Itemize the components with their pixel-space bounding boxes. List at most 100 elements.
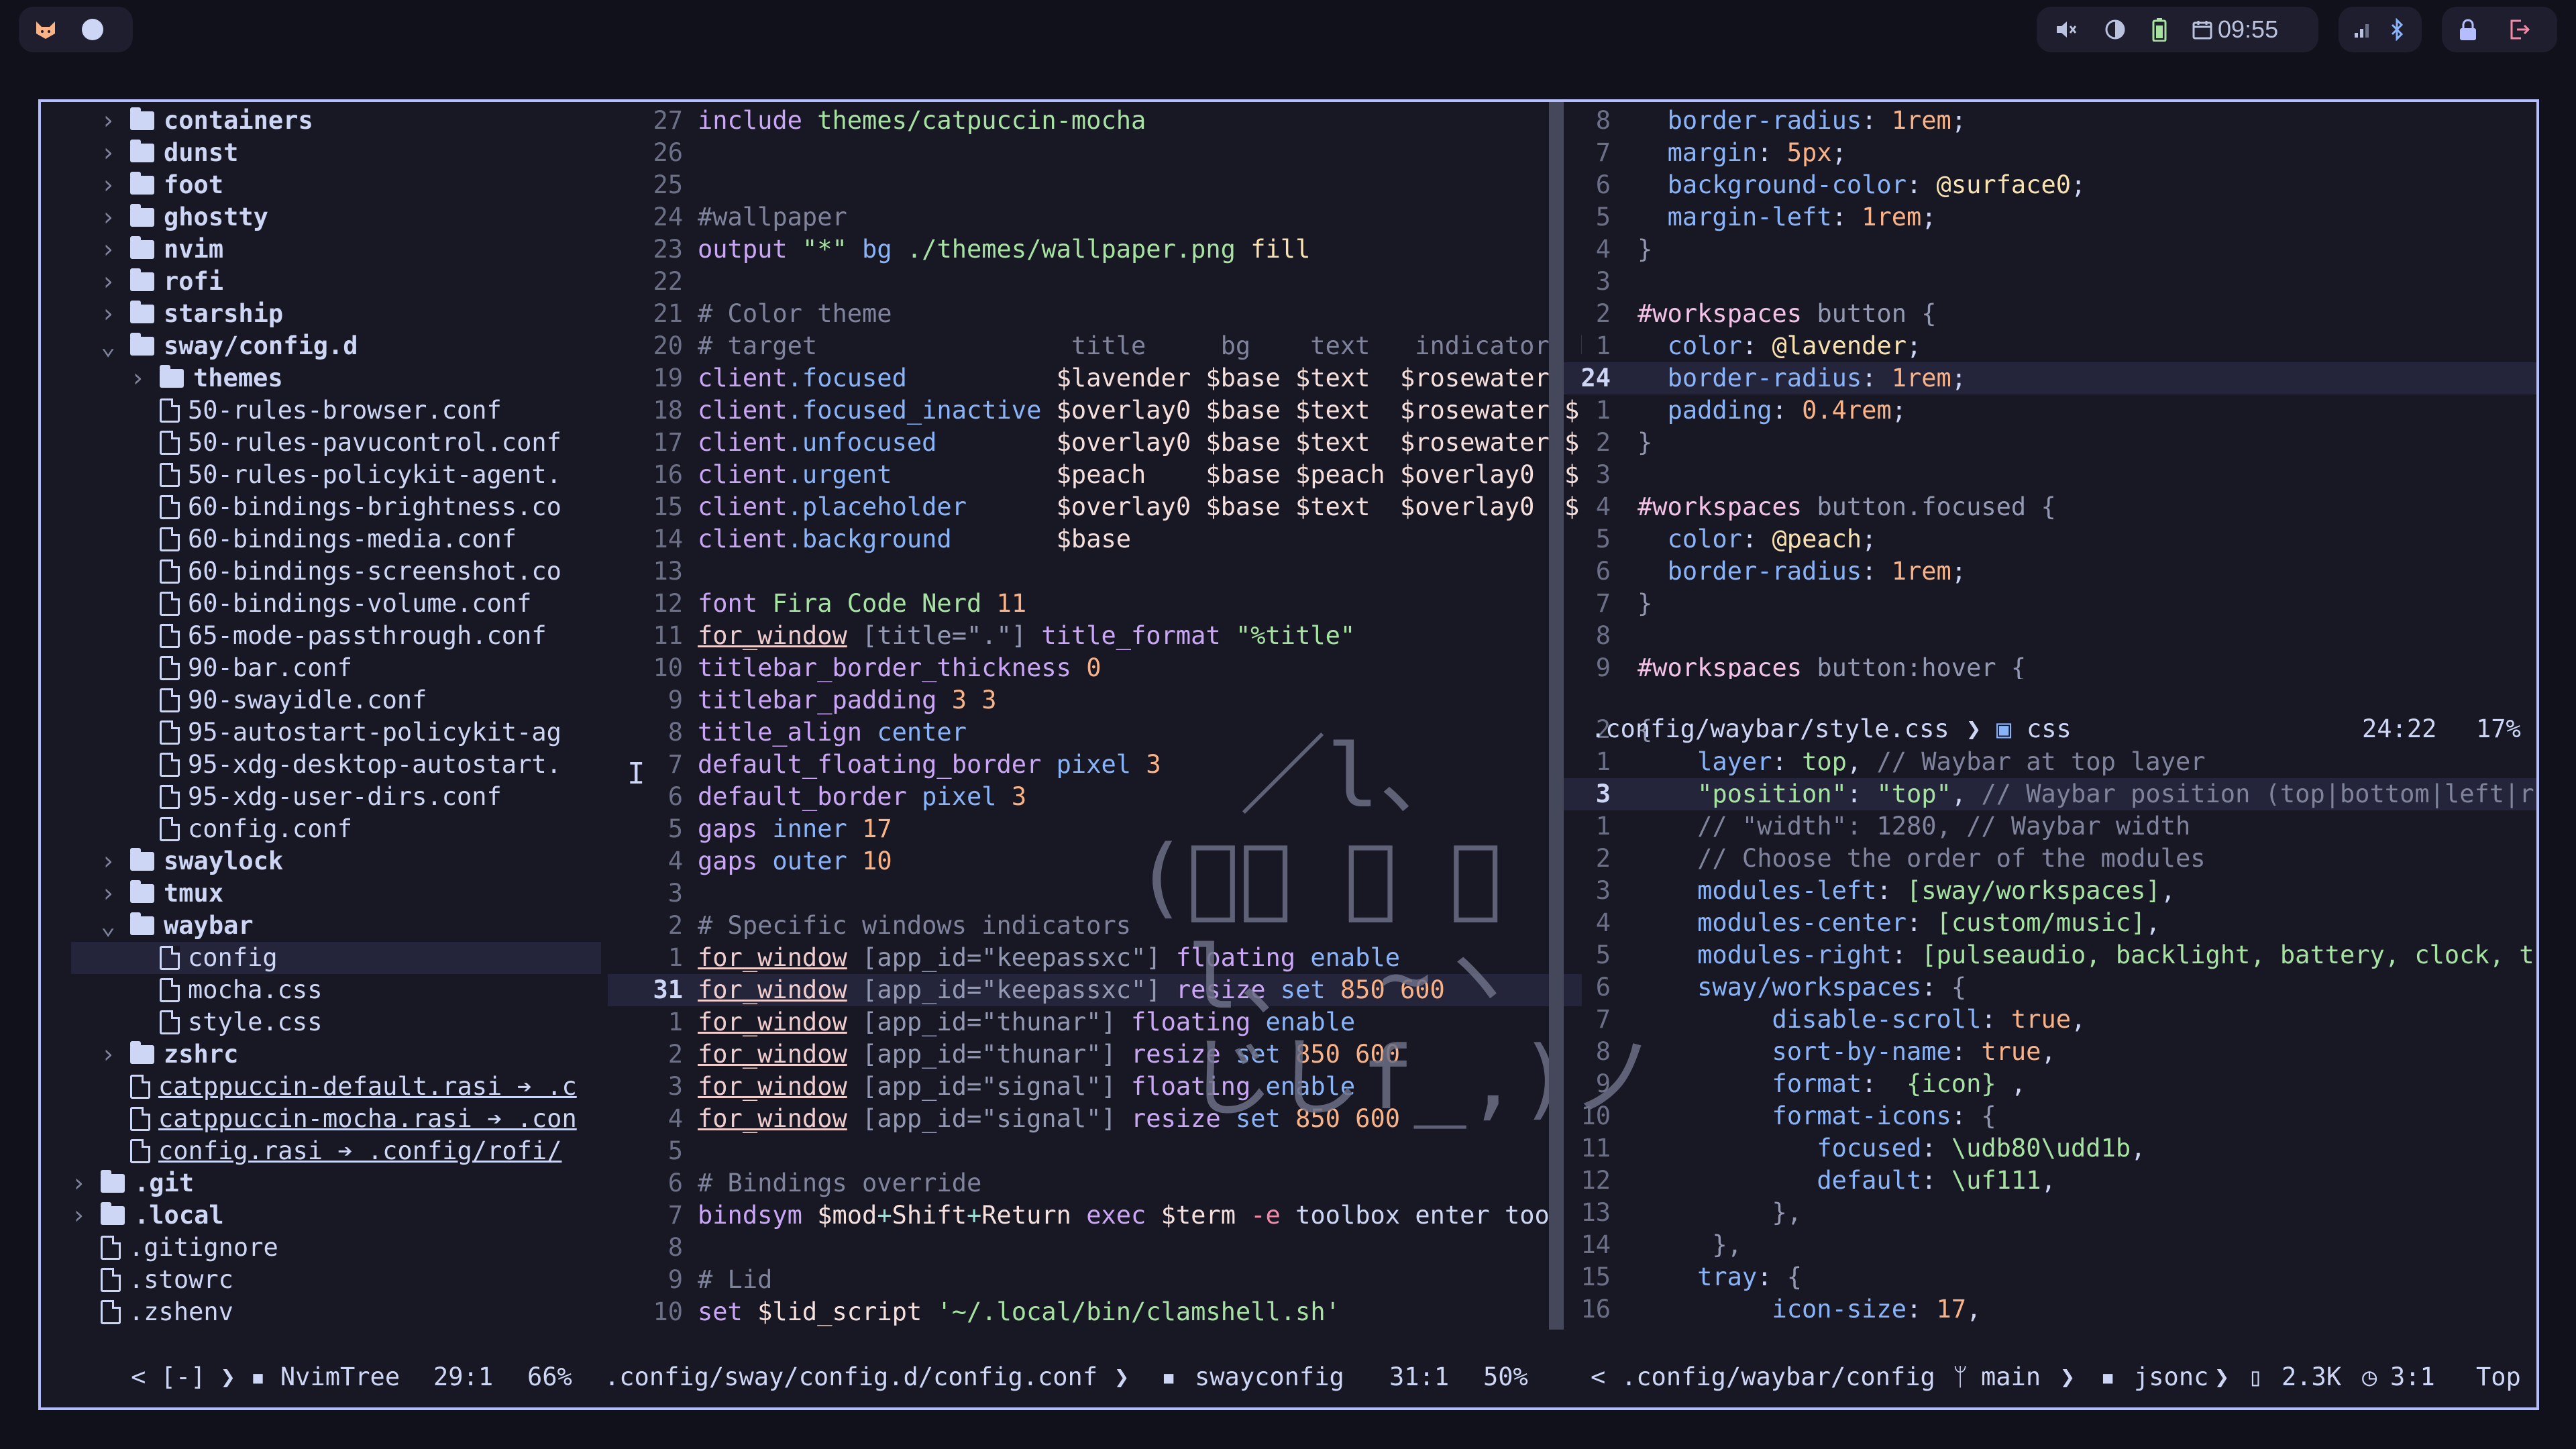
bluetooth-icon[interactable] <box>2390 7 2404 52</box>
tree-item[interactable]: › nvim <box>71 233 601 266</box>
tree-item[interactable]: › zshrc <box>71 1038 601 1071</box>
tree-item[interactable]: .stowrc <box>71 1264 601 1296</box>
tree-item[interactable]: › .git <box>71 1167 601 1199</box>
code-line[interactable]: 2 // Choose the order of the modules <box>1564 843 2536 875</box>
code-line[interactable]: 3 <box>1564 266 2536 298</box>
tree-item[interactable]: .zshenv <box>71 1296 601 1328</box>
code-line[interactable]: 16 client.urgent $peach $base $peach $ove… <box>608 459 1582 491</box>
code-line[interactable]: 9 format: {icon} , <box>1564 1068 2536 1100</box>
logout-icon[interactable] <box>2508 7 2530 52</box>
tree-item[interactable]: config.conf <box>71 813 601 845</box>
style-css-pane[interactable]: 8 border-radius: 1rem; 7 margin: 5px; 6 ba… <box>1564 102 2536 679</box>
code-line[interactable]: 10 set $lid_script '~/.local/bin/clamshel… <box>608 1296 1582 1328</box>
tree-item[interactable]: 60-bindings-media.conf <box>71 523 601 555</box>
tree-item[interactable]: 60-bindings-brightness.co <box>71 491 601 523</box>
code-line[interactable]: 23 output "*" bg ./themes/wallpaper.png f… <box>608 233 1582 266</box>
code-line[interactable]: 20 # target title bg text indicator b <box>608 330 1582 362</box>
tree-item[interactable]: › ghostty <box>71 201 601 233</box>
code-line[interactable]: 26 <box>608 137 1582 169</box>
code-line[interactable]: 3 "position": "top", // Waybar position … <box>1564 778 2536 810</box>
code-line[interactable]: 8 <box>608 1232 1582 1264</box>
code-line[interactable]: 7 bindsym $mod+Shift+Return exec $term -e… <box>608 1199 1582 1232</box>
battery-icon[interactable] <box>2152 7 2167 52</box>
code-line[interactable]: 8 sort-by-name: true, <box>1564 1036 2536 1068</box>
code-line[interactable]: 24 border-radius: 1rem; <box>1564 362 2536 394</box>
code-line[interactable]: 9 #workspaces button:hover { <box>1564 652 2536 679</box>
tree-item[interactable]: mocha.css <box>71 974 601 1006</box>
sway-config-pane[interactable]: 27 include themes/catpuccin-mocha 26 25 24 #w… <box>608 102 1582 1330</box>
code-line[interactable]: 16 icon-size: 17, <box>1564 1293 2536 1326</box>
file-tree-pane[interactable]: › containers › dunst › foot › ghostty › nvim › rofi… <box>71 102 601 1330</box>
code-line[interactable]: 7 disable-scroll: true, <box>1564 1004 2536 1036</box>
terminal-window[interactable]: › containers › dunst › foot › ghostty › nvim › rofi… <box>38 99 2539 1410</box>
code-line[interactable]: 5 modules-right: [pulseaudio, backlight,… <box>1564 939 2536 971</box>
code-line[interactable]: 1 // "width": 1280, // Waybar width <box>1564 810 2536 843</box>
calendar-icon[interactable]: 09:55 <box>2192 7 2278 52</box>
code-line[interactable]: 25 <box>608 169 1582 201</box>
code-line[interactable]: 22 <box>608 266 1582 298</box>
code-line[interactable]: 6 border-radius: 1rem; <box>1564 555 2536 588</box>
code-line[interactable]: 14 }, <box>1564 1229 2536 1261</box>
code-line[interactable]: 11 focused: \udb80\udd1b, <box>1564 1132 2536 1165</box>
tree-item[interactable]: › .local <box>71 1199 601 1232</box>
vertical-split-divider[interactable] <box>1549 102 1564 1330</box>
tree-item[interactable]: 65-mode-passthrough.conf <box>71 620 601 652</box>
code-line[interactable]: 6 # Bindings override <box>608 1167 1582 1199</box>
fox-logo-icon[interactable] <box>34 17 58 42</box>
code-line[interactable]: 24 #wallpaper <box>608 201 1582 233</box>
tree-item[interactable]: 90-swayidle.conf <box>71 684 601 716</box>
signal-icon[interactable] <box>2353 7 2372 52</box>
code-line[interactable]: 5 margin-left: 1rem; <box>1564 201 2536 233</box>
tree-item[interactable]: config.rasi ➔ .config/rofi/ <box>71 1135 601 1167</box>
tree-item[interactable]: › themes <box>71 362 601 394</box>
code-line[interactable]: 6 background-color: @surface0; <box>1564 169 2536 201</box>
tree-item[interactable]: catppuccin-mocha.rasi ➔ .con <box>71 1103 601 1135</box>
code-line[interactable]: 10 titlebar_border_thickness 0 <box>608 652 1582 684</box>
code-line[interactable]: 2 #workspaces button { <box>1564 298 2536 330</box>
code-line[interactable]: 8 <box>1564 620 2536 652</box>
tree-item[interactable]: 95-autostart-policykit-ag <box>71 716 601 749</box>
code-line[interactable]: 2} <box>1564 427 2536 459</box>
brightness-icon[interactable] <box>2104 7 2127 52</box>
tree-item[interactable]: 60-bindings-screenshot.co <box>71 555 601 588</box>
code-line[interactable]: 7} <box>1564 588 2536 620</box>
tree-item[interactable]: style.css <box>71 1006 601 1038</box>
code-line[interactable]: 4 modules-center: [custom/music], <box>1564 907 2536 939</box>
workspace-dot[interactable] <box>82 19 103 40</box>
code-line[interactable]: 3 <box>1564 459 2536 491</box>
tree-item[interactable]: 50-rules-browser.conf <box>71 394 601 427</box>
tree-item[interactable]: › swaylock <box>71 845 601 877</box>
code-line[interactable]: 21 # Color theme <box>608 298 1582 330</box>
code-line[interactable]: 13 <box>608 555 1582 588</box>
tree-item[interactable]: ⌄ sway/config.d <box>71 330 601 362</box>
tree-item[interactable]: 50-rules-pavucontrol.conf <box>71 427 601 459</box>
code-line[interactable]: 1 padding: 0.4rem; <box>1564 394 2536 427</box>
volume-muted-icon[interactable] <box>2054 7 2078 52</box>
code-line[interactable]: 6 sway/workspaces: { <box>1564 971 2536 1004</box>
nav-arrows[interactable]: < [-] <box>131 1362 221 1391</box>
tree-item[interactable]: › rofi <box>71 266 601 298</box>
tree-item[interactable]: › starship <box>71 298 601 330</box>
code-line[interactable]: 13 }, <box>1564 1197 2536 1229</box>
code-line[interactable]: 14 client.background $base <box>608 523 1582 555</box>
code-line[interactable]: 9 # Lid <box>608 1264 1582 1296</box>
code-line[interactable]: 5 <box>608 1135 1582 1167</box>
waybar-config-pane[interactable]: 2{1 layer: top, // Waybar at top layer 3 … <box>1564 711 2536 1330</box>
tree-item[interactable]: catppuccin-default.rasi ➔ .c <box>71 1071 601 1103</box>
tree-item[interactable]: › tmux <box>71 877 601 910</box>
code-line[interactable]: 12 font Fira Code Nerd 11 <box>608 588 1582 620</box>
code-line[interactable]: 4 #workspaces button.focused { <box>1564 491 2536 523</box>
code-line[interactable]: 5 color: @peach; <box>1564 523 2536 555</box>
tree-item[interactable]: 50-rules-policykit-agent. <box>71 459 601 491</box>
code-line[interactable]: 15 tray: { <box>1564 1261 2536 1293</box>
code-line[interactable]: 1 layer: top, // Waybar at top layer <box>1564 746 2536 778</box>
code-line[interactable]: 1 color: @lavender; <box>1564 330 2536 362</box>
nav-back[interactable]: < <box>1591 1360 1605 1394</box>
code-line[interactable]: 3 modules-left: [sway/workspaces], <box>1564 875 2536 907</box>
tree-item[interactable]: config <box>71 942 601 974</box>
code-line[interactable]: 7 margin: 5px; <box>1564 137 2536 169</box>
code-line[interactable]: 18 client.focused_inactive $overlay0 $bas… <box>608 394 1582 427</box>
code-line[interactable]: 10 format-icons: { <box>1564 1100 2536 1132</box>
code-line[interactable]: 4} <box>1564 233 2536 266</box>
tree-item[interactable]: 95-xdg-user-dirs.conf <box>71 781 601 813</box>
